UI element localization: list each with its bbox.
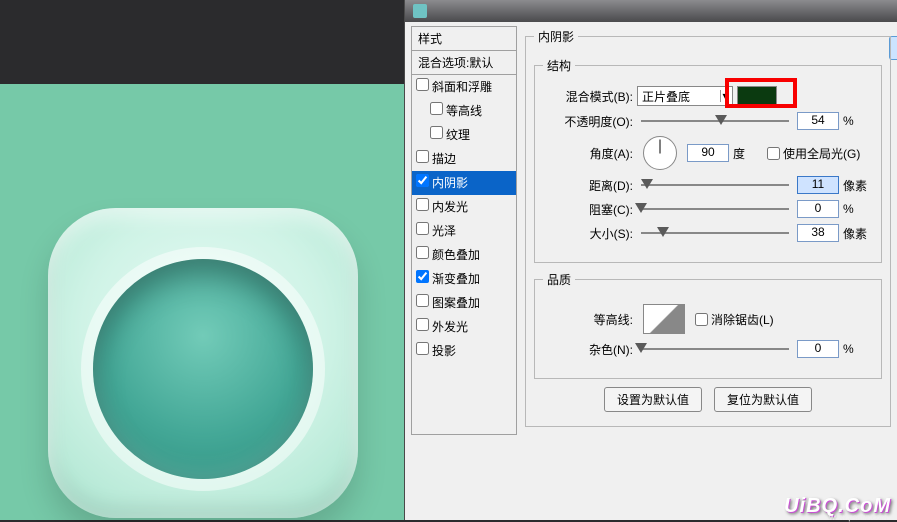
styles-list: 样式 混合选项:默认 斜面和浮雕等高线纹理描边内阴影内发光光泽颜色叠加渐变叠加图… <box>411 26 517 435</box>
distance-slider[interactable] <box>641 177 789 193</box>
blend-options-default[interactable]: 混合选项:默认 <box>412 51 516 75</box>
style-label-4: 内阴影 <box>432 176 468 190</box>
style-item-4[interactable]: 内阴影 <box>412 171 516 195</box>
blend-mode-label: 混合模式(B): <box>543 88 633 105</box>
canvas-area <box>0 0 404 520</box>
style-label-3: 描边 <box>432 152 456 166</box>
style-item-2[interactable]: 纹理 <box>412 123 516 147</box>
inner-shadow-legend: 内阴影 <box>534 28 578 45</box>
style-label-11: 投影 <box>432 344 456 358</box>
style-item-1[interactable]: 等高线 <box>412 99 516 123</box>
distance-unit: 像素 <box>843 177 873 194</box>
size-unit: 像素 <box>843 225 873 242</box>
style-checkbox-3[interactable] <box>416 150 429 163</box>
noise-unit: % <box>843 342 873 356</box>
structure-fieldset: 结构 混合模式(B): 正片叠底 ▾ 不透明度(O): 54 <box>534 57 882 263</box>
style-checkbox-4[interactable] <box>416 174 429 187</box>
style-item-3[interactable]: 描边 <box>412 147 516 171</box>
reset-default-button[interactable]: 复位为默认值 <box>714 387 812 412</box>
choke-input[interactable]: 0 <box>797 200 839 218</box>
choke-slider[interactable] <box>641 201 789 217</box>
choke-label: 阻塞(C): <box>543 201 633 218</box>
layer-style-dialog: 样式 混合选项:默认 斜面和浮雕等高线纹理描边内阴影内发光光泽颜色叠加渐变叠加图… <box>404 0 897 520</box>
quality-legend: 品质 <box>543 271 575 288</box>
style-checkbox-7[interactable] <box>416 246 429 259</box>
global-light-check[interactable] <box>767 147 780 160</box>
antialias-check[interactable] <box>695 313 708 326</box>
rounded-square-layer <box>48 208 358 518</box>
angle-input[interactable]: 90 <box>687 144 729 162</box>
styles-header: 样式 <box>412 27 516 51</box>
style-label-10: 外发光 <box>432 320 468 334</box>
style-label-9: 图案叠加 <box>432 296 480 310</box>
style-item-11[interactable]: 投影 <box>412 339 516 363</box>
settings-column: 内阴影 结构 混合模式(B): 正片叠底 ▾ 不透明度(O): <box>525 26 891 435</box>
style-checkbox-2[interactable] <box>430 126 443 139</box>
style-item-8[interactable]: 渐变叠加 <box>412 267 516 291</box>
size-input[interactable]: 38 <box>797 224 839 242</box>
style-label-8: 渐变叠加 <box>432 272 480 286</box>
angle-unit: 度 <box>733 145 763 162</box>
noise-slider[interactable] <box>641 341 789 357</box>
style-label-5: 内发光 <box>432 200 468 214</box>
watermark-sub: www.psahz.com <box>829 513 887 522</box>
style-checkbox-8[interactable] <box>416 270 429 283</box>
blend-mode-select[interactable]: 正片叠底 ▾ <box>637 86 733 106</box>
circle-layer <box>93 259 313 479</box>
style-item-9[interactable]: 图案叠加 <box>412 291 516 315</box>
style-checkbox-5[interactable] <box>416 198 429 211</box>
opacity-input[interactable]: 54 <box>797 112 839 130</box>
opacity-label: 不透明度(O): <box>543 113 633 130</box>
style-item-0[interactable]: 斜面和浮雕 <box>412 75 516 99</box>
choke-unit: % <box>843 202 873 216</box>
opacity-slider[interactable] <box>641 113 789 129</box>
canvas-background <box>0 84 404 520</box>
style-item-6[interactable]: 光泽 <box>412 219 516 243</box>
global-light-checkbox[interactable]: 使用全局光(G) <box>767 145 860 162</box>
style-label-0: 斜面和浮雕 <box>432 80 492 94</box>
style-checkbox-9[interactable] <box>416 294 429 307</box>
highlight-box <box>725 78 797 108</box>
noise-input[interactable]: 0 <box>797 340 839 358</box>
quality-fieldset: 品质 等高线: 消除锯齿(L) 杂色(N): 0 % <box>534 271 882 379</box>
angle-label: 角度(A): <box>543 145 633 162</box>
angle-dial[interactable] <box>643 136 677 170</box>
style-item-7[interactable]: 颜色叠加 <box>412 243 516 267</box>
style-label-1: 等高线 <box>446 104 482 118</box>
opacity-unit: % <box>843 114 873 128</box>
distance-label: 距离(D): <box>543 177 633 194</box>
style-label-7: 颜色叠加 <box>432 248 480 262</box>
style-checkbox-0[interactable] <box>416 78 429 91</box>
style-checkbox-1[interactable] <box>430 102 443 115</box>
size-label: 大小(S): <box>543 225 633 242</box>
noise-label: 杂色(N): <box>543 341 633 358</box>
style-label-2: 纹理 <box>446 128 470 142</box>
style-checkbox-6[interactable] <box>416 222 429 235</box>
inner-shadow-fieldset: 内阴影 结构 混合模式(B): 正片叠底 ▾ 不透明度(O): <box>525 28 891 427</box>
style-item-5[interactable]: 内发光 <box>412 195 516 219</box>
blend-mode-value: 正片叠底 <box>642 90 690 104</box>
antialias-checkbox[interactable]: 消除锯齿(L) <box>695 311 774 328</box>
style-checkbox-10[interactable] <box>416 318 429 331</box>
contour-picker[interactable] <box>643 304 685 334</box>
dialog-titlebar[interactable] <box>405 0 897 22</box>
size-slider[interactable] <box>641 225 789 241</box>
contour-label: 等高线: <box>543 311 633 328</box>
style-label-6: 光泽 <box>432 224 456 238</box>
distance-input[interactable]: 11 <box>797 176 839 194</box>
set-default-button[interactable]: 设置为默认值 <box>604 387 702 412</box>
style-item-10[interactable]: 外发光 <box>412 315 516 339</box>
style-checkbox-11[interactable] <box>416 342 429 355</box>
structure-legend: 结构 <box>543 57 575 74</box>
